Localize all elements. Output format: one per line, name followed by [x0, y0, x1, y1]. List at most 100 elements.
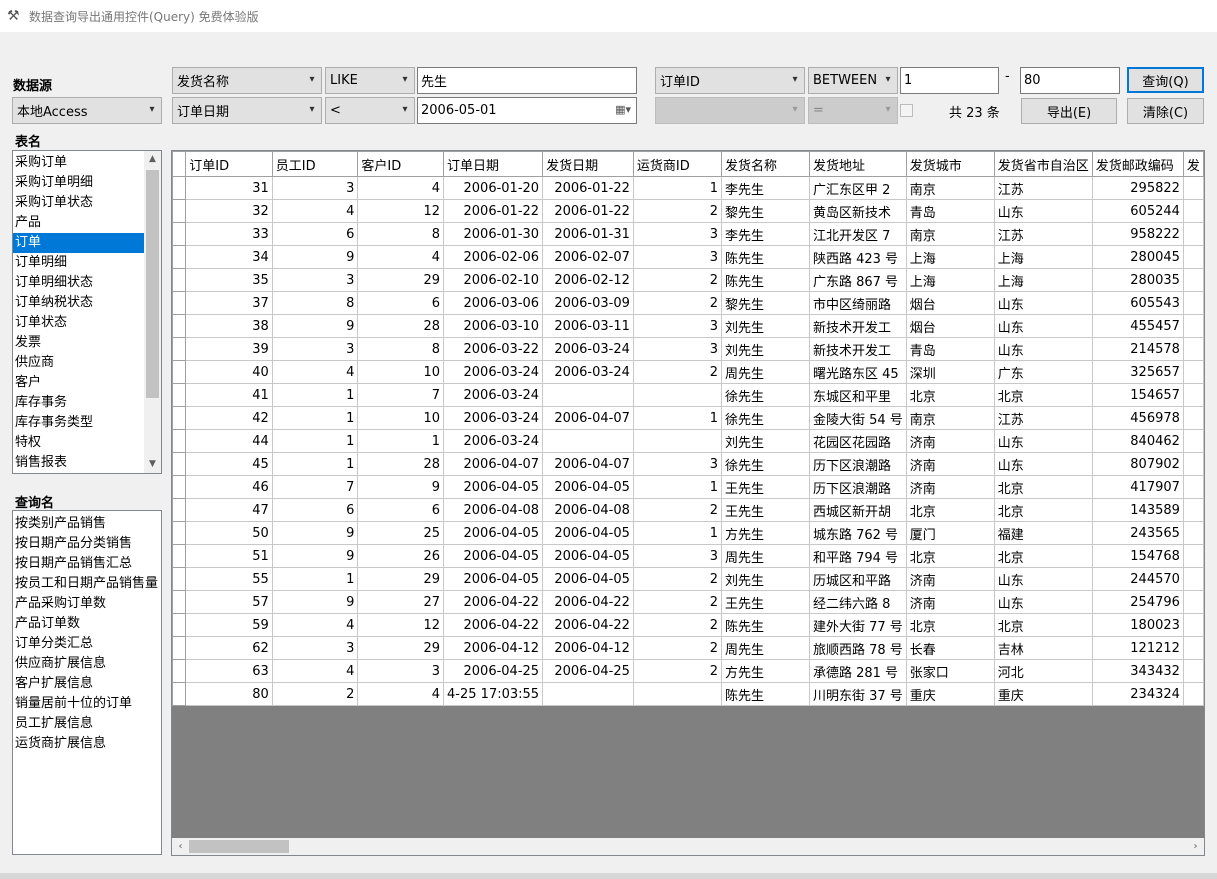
table-cell[interactable]: 金陵大街 54 号	[808, 406, 907, 430]
table-cell[interactable]: 王先生	[720, 498, 810, 522]
table-cell[interactable]: 2006-04-22	[542, 613, 634, 637]
column-header[interactable]: 发货名称	[720, 151, 810, 177]
filter2-op-combo[interactable]: < ▾	[325, 97, 415, 124]
table-cell[interactable]: 西城区新开胡	[808, 498, 907, 522]
table-list-item[interactable]: 订单明细	[13, 253, 144, 273]
table-cell[interactable]: 周先生	[720, 544, 810, 568]
row-header[interactable]	[172, 222, 187, 246]
table-cell[interactable]: 周先生	[720, 636, 810, 660]
filter4-op-combo[interactable]: = ▾	[808, 97, 898, 124]
row-header[interactable]	[172, 360, 187, 384]
table-cell[interactable]: 4	[357, 176, 445, 200]
table-cell[interactable]: 2	[632, 360, 722, 384]
scroll-down-icon[interactable]: ▼	[144, 456, 161, 473]
row-header[interactable]	[172, 659, 187, 683]
table-cell[interactable]: 福建	[993, 521, 1093, 545]
scroll-up-icon[interactable]: ▲	[144, 151, 161, 168]
table-cell[interactable]: 烟台	[905, 314, 995, 338]
table-cell[interactable]: 李先生	[720, 176, 810, 200]
table-cell[interactable]: 1	[357, 429, 445, 453]
table-cell[interactable]: 2006-04-08	[443, 498, 544, 522]
table-cell[interactable]: 2006-02-07	[542, 245, 634, 269]
table-cell[interactable]: 154657	[1091, 383, 1184, 407]
table-cell[interactable]: 承德路 281 号	[808, 659, 907, 683]
table-cell[interactable]: 山东	[993, 567, 1093, 591]
table-cell[interactable]: 济南	[905, 429, 995, 453]
table-cell[interactable]: 1	[271, 383, 359, 407]
row-header[interactable]	[172, 452, 187, 476]
table-cell[interactable]: 1	[632, 176, 722, 200]
table-cell[interactable]: 143589	[1091, 498, 1184, 522]
table-cell[interactable]: 山东	[993, 291, 1093, 315]
column-header[interactable]: 发货省市自治区	[993, 151, 1093, 177]
table-cell[interactable]: 南京	[905, 406, 995, 430]
table-cell[interactable]: 北京	[905, 613, 995, 637]
filter1-value-input[interactable]: 先生	[417, 67, 637, 94]
table-cell[interactable]: 57	[185, 590, 273, 614]
scroll-left-icon[interactable]: ‹	[172, 838, 189, 855]
table-cell[interactable]: 重庆	[993, 682, 1093, 706]
column-header[interactable]: 发货城市	[905, 151, 995, 177]
table-cell[interactable]: 254796	[1091, 590, 1184, 614]
table-cell[interactable]: 2006-03-24	[443, 429, 544, 453]
table-cell[interactable]: 广东	[993, 360, 1093, 384]
filter2-field-combo[interactable]: 订单日期 ▾	[172, 97, 322, 124]
table-cell[interactable]: 江北开发区 7	[808, 222, 907, 246]
table-cell[interactable]: 市中区绮丽路	[808, 291, 907, 315]
table-cell[interactable]: 8	[357, 222, 445, 246]
table-cell[interactable]: 2	[632, 268, 722, 292]
table-list-item[interactable]: 库存事务类型	[13, 413, 144, 433]
table-cell[interactable]: 上海	[905, 268, 995, 292]
table-cell[interactable]: 9	[271, 314, 359, 338]
table-cell[interactable]: 烟台	[905, 291, 995, 315]
table-cell[interactable]: 2006-04-25	[542, 659, 634, 683]
row-header[interactable]	[172, 429, 187, 453]
table-cell[interactable]: 3	[271, 176, 359, 200]
query-names-list[interactable]: 按类别产品销售 按日期产品分类销售 按日期产品销售汇总 按员工和日期产品销售量 产品采购…	[12, 510, 162, 855]
column-header[interactable]: 发货邮政编码	[1091, 151, 1184, 177]
table-row[interactable]: 57 9 27 2006-04-22 2006-04-22 2 王先生 经二纬六路 8 济南 山东…	[172, 590, 1204, 614]
table-cell[interactable]: 2006-04-07	[542, 406, 634, 430]
table-cell[interactable]: 2006-04-05	[443, 475, 544, 499]
table-cell[interactable]: 1	[271, 429, 359, 453]
table-cell[interactable]: 江苏	[993, 222, 1093, 246]
table-cell[interactable]: 2	[632, 199, 722, 223]
table-cell[interactable]: 243565	[1091, 521, 1184, 545]
table-cell[interactable]: 37	[185, 291, 273, 315]
table-row[interactable]: 46 7 9 2006-04-05 2006-04-05 1 王先生 历下区浪潮路 济南 北京 41…	[172, 475, 1204, 499]
table-cell[interactable]: 9	[357, 475, 445, 499]
table-cell[interactable]: 12	[357, 199, 445, 223]
table-row[interactable]: 37 8 6 2006-03-06 2006-03-09 2 黎先生 市中区绮丽路 烟台 山东 60…	[172, 291, 1204, 315]
table-cell[interactable]: 黄岛区新技术	[808, 199, 907, 223]
row-header[interactable]	[172, 613, 187, 637]
table-cell[interactable]: 2006-04-07	[542, 452, 634, 476]
table-cell[interactable]: 东城区和平里	[808, 383, 907, 407]
table-cell[interactable]	[542, 429, 634, 453]
row-header[interactable]	[172, 291, 187, 315]
table-cell[interactable]: 2006-02-10	[443, 268, 544, 292]
table-cell[interactable]: 历下区浪潮路	[808, 475, 907, 499]
table-cell[interactable]: 2006-04-05	[542, 544, 634, 568]
data-grid[interactable]: 订单ID 员工ID 客户ID 订单日期 发货日期 运货商ID 发货名称 发货地址 发货城市 发货省…	[171, 150, 1205, 856]
table-cell[interactable]: 31	[185, 176, 273, 200]
table-cell[interactable]: 343432	[1091, 659, 1184, 683]
column-header[interactable]: 运货商ID	[632, 151, 722, 177]
table-cell[interactable]: 1	[632, 475, 722, 499]
table-cell[interactable]: 历城区和平路	[808, 567, 907, 591]
query-list-item[interactable]: 按日期产品销售汇总	[13, 554, 161, 574]
table-cell[interactable]: 2	[632, 590, 722, 614]
table-cell[interactable]: 280035	[1091, 268, 1184, 292]
table-row[interactable]: 63 4 3 2006-04-25 2006-04-25 2 方先生 承德路 281 号张家口…	[172, 659, 1204, 683]
table-cell[interactable]: 958222	[1091, 222, 1184, 246]
table-cell[interactable]: 2006-01-22	[443, 199, 544, 223]
table-cell[interactable]: 9	[271, 544, 359, 568]
table-cell[interactable]: 王先生	[720, 590, 810, 614]
row-header[interactable]	[172, 245, 187, 269]
table-cell[interactable]: 曙光路东区 45	[808, 360, 907, 384]
table-cell[interactable]: 山东	[993, 452, 1093, 476]
table-cell[interactable]: 1	[632, 406, 722, 430]
table-row[interactable]: 42 1 10 2006-03-24 2006-04-07 1 徐先生 金陵大街 54 号南京…	[172, 406, 1204, 430]
table-cell[interactable]: 长春	[905, 636, 995, 660]
table-cell[interactable]: 山东	[993, 337, 1093, 361]
query-list-item[interactable]: 客户扩展信息	[13, 674, 161, 694]
